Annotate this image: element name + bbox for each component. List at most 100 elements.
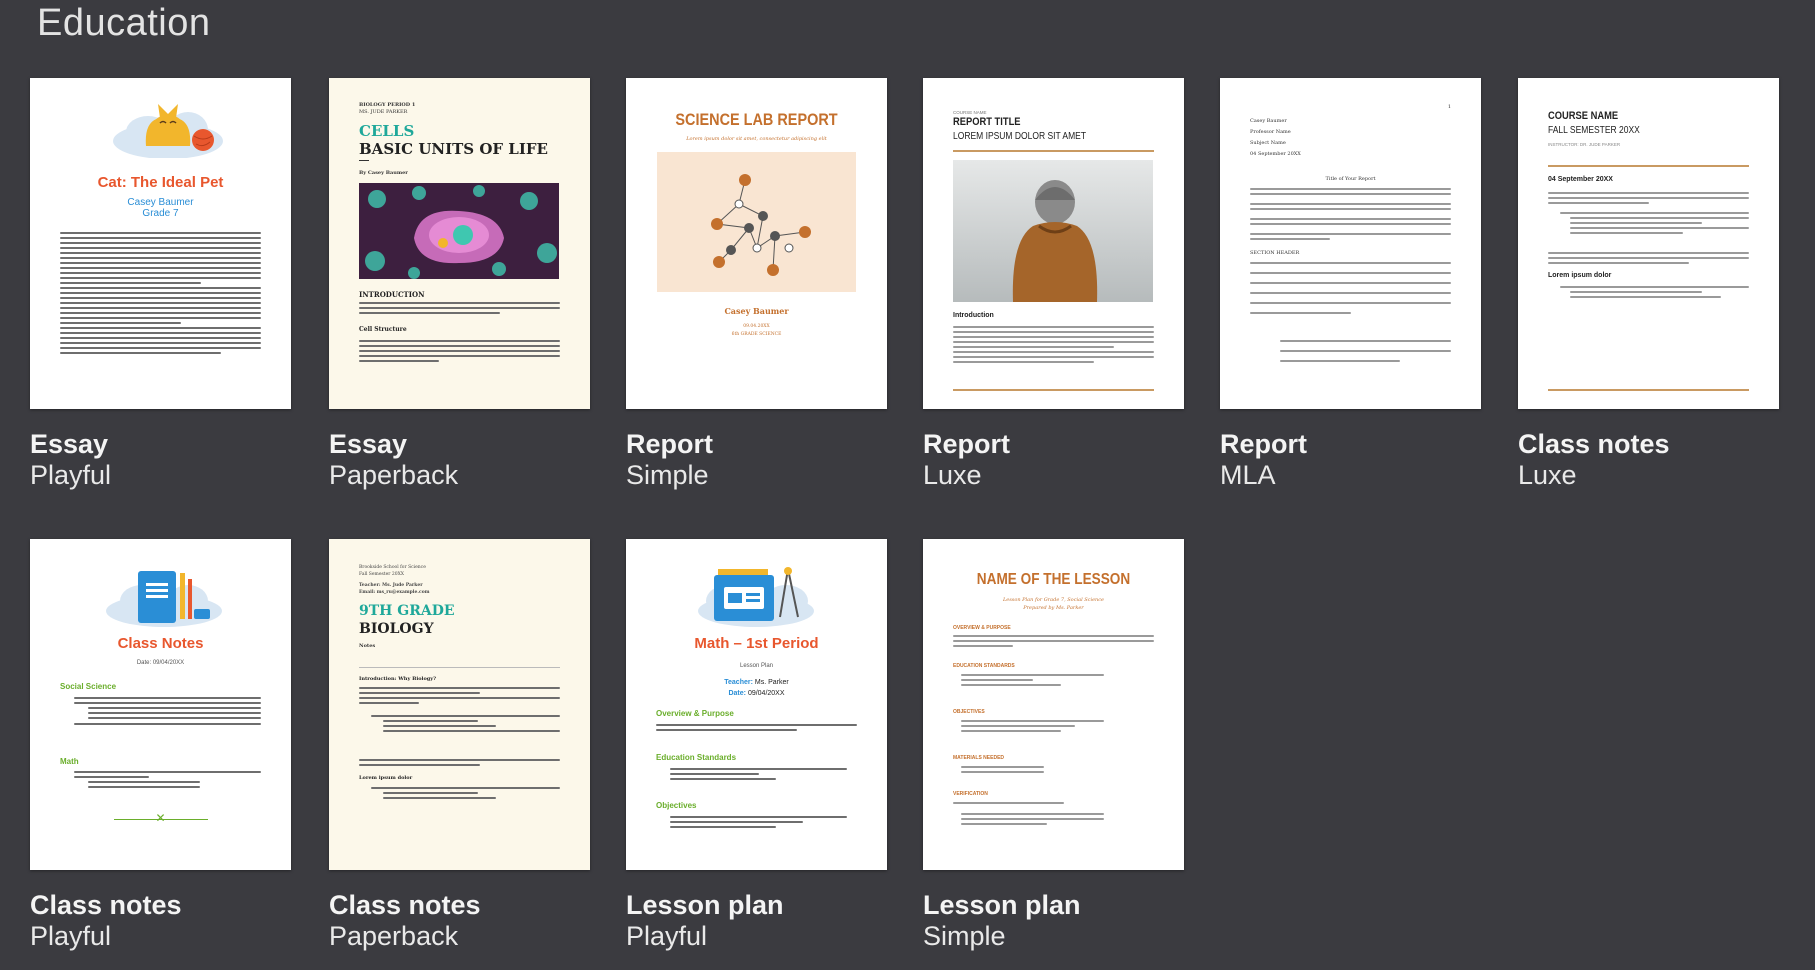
template-style: Playful — [626, 921, 708, 951]
preview-heading-1: Social Science — [60, 682, 117, 691]
preview-teacher: Teacher: Ms. Jude Parker — [359, 583, 423, 588]
preview-date: Date: 09/04/20XX — [136, 660, 185, 666]
preview-subtitle: Lesson Plan for Grade 7, Social Science — [1002, 597, 1105, 603]
preview-line-4: 04 September 20XX — [1250, 151, 1301, 157]
template-name: Lesson plan — [923, 890, 1081, 920]
preview-school: Brookside School for Science — [359, 565, 426, 570]
molecule-illustration-icon — [657, 152, 856, 292]
preview-subtitle: Lesson Plan — [739, 663, 774, 669]
preview-heading: Lorem ipsum dolor — [1548, 272, 1612, 279]
preview-email: Email: ms_ru@example.com — [359, 590, 430, 595]
preview-title-line-1: CELLS — [359, 122, 415, 140]
preview-header-1: BIOLOGY PERIOD 1 — [359, 102, 416, 108]
template-thumbnail[interactable]: Math – 1st Period Lesson Plan Teacher: M… — [626, 539, 887, 870]
preview-grade: Grade 7 — [142, 208, 179, 219]
template-card-class-notes-playful[interactable]: Class Notes Date: 09/04/20XX Social Scie… — [30, 539, 291, 952]
preview-title: REPORT TITLE — [953, 116, 1021, 128]
template-name: Lesson plan — [626, 890, 784, 920]
divider-cross-icon: ✕ — [155, 811, 166, 825]
preview-subheading: Lorem ipsum dolor — [359, 775, 413, 781]
cell-illustration-icon — [359, 183, 559, 279]
template-thumbnail[interactable]: COURSE NAME FALL SEMESTER 20XX INSTRUCTO… — [1518, 78, 1779, 409]
template-thumbnail[interactable]: NAME OF THE LESSON Lesson Plan for Grade… — [923, 539, 1184, 870]
template-thumbnail[interactable]: 1 Casey Baumer Professor Name Subject Na… — [1220, 78, 1481, 409]
preview-heading-2: Education Standards — [656, 753, 737, 762]
template-style: Paperback — [329, 921, 459, 951]
template-thumbnail[interactable]: COURSE NAME REPORT TITLE LOREM IPSUM DOL… — [923, 78, 1184, 409]
template-name: Essay — [329, 429, 408, 459]
preview-line-3: Subject Name — [1250, 140, 1286, 146]
preview-title: COURSE NAME — [1548, 110, 1619, 122]
preview-title: Class Notes — [117, 635, 204, 652]
preview-title: Title of Your Report — [1325, 176, 1376, 182]
preview-page-number: 1 — [1447, 104, 1451, 110]
template-name: Class notes — [1518, 429, 1670, 459]
preview-prepared: Prepared by Ms. Parker — [1023, 605, 1084, 611]
template-card-essay-paperback[interactable]: BIOLOGY PERIOD 1 MS. JUDE PARKER CELLS B… — [329, 78, 590, 491]
template-style: Simple — [923, 921, 1006, 951]
template-name: Class notes — [329, 890, 481, 920]
template-thumbnail[interactable]: BIOLOGY PERIOD 1 MS. JUDE PARKER CELLS B… — [329, 78, 590, 409]
template-thumbnail[interactable]: Cat: The Ideal Pet Casey Baumer Grade 7 — [30, 78, 291, 409]
preview-heading: Introduction: Why Biology? — [359, 676, 437, 682]
preview-subheading: Cell Structure — [359, 326, 407, 333]
section-title: Education — [37, 2, 211, 44]
template-card-lesson-plan-playful[interactable]: Math – 1st Period Lesson Plan Teacher: M… — [626, 539, 887, 952]
preview-title-line-2: BIOLOGY — [359, 621, 434, 637]
template-card-report-luxe[interactable]: COURSE NAME REPORT TITLE LOREM IPSUM DOL… — [923, 78, 1184, 491]
template-style: Paperback — [329, 460, 459, 490]
template-card-class-notes-paperback[interactable]: Brookside School for Science Fall Semest… — [329, 539, 590, 952]
preview-line-2: Professor Name — [1250, 129, 1291, 135]
preview-heading-2: EDUCATION STANDARDS — [953, 663, 1015, 669]
preview-date-label: Date: — [728, 690, 746, 697]
template-name: Report — [923, 429, 1010, 459]
preview-title: Cat: The Ideal Pet — [97, 174, 224, 191]
template-thumbnail[interactable]: Brookside School for Science Fall Semest… — [329, 539, 590, 870]
preview-date: 09.04.20XX — [743, 324, 770, 329]
template-card-lesson-plan-simple[interactable]: NAME OF THE LESSON Lesson Plan for Grade… — [923, 539, 1184, 952]
template-style: Luxe — [1518, 460, 1577, 490]
template-name: Report — [1220, 429, 1307, 459]
notebook-illustration-icon — [106, 571, 222, 627]
template-name: Class notes — [30, 890, 182, 920]
preview-heading-1: Overview & Purpose — [656, 709, 734, 718]
template-thumbnail[interactable]: SCIENCE LAB REPORT Lorem ipsum dolor sit… — [626, 78, 887, 409]
preview-body-text — [60, 232, 261, 357]
template-card-essay-playful[interactable]: Cat: The Ideal Pet Casey Baumer Grade 7 … — [30, 78, 291, 491]
preview-heading-5: VERIFICATION — [953, 791, 988, 797]
preview-subtitle: FALL SEMESTER 20XX — [1548, 125, 1640, 136]
template-card-report-mla[interactable]: 1 Casey Baumer Professor Name Subject Na… — [1220, 78, 1481, 491]
preview-kicker: COURSE NAME — [953, 110, 987, 115]
template-style: Luxe — [923, 460, 982, 490]
preview-heading-1: OVERVIEW & PURPOSE — [953, 625, 1011, 631]
preview-title: SCIENCE LAB REPORT — [675, 110, 838, 129]
preview-subtitle: Lorem ipsum dolor sit amet, consectetur … — [686, 136, 827, 142]
template-thumbnail[interactable]: Class Notes Date: 09/04/20XX Social Scie… — [30, 539, 291, 870]
photo-person-icon — [953, 160, 1153, 302]
template-card-report-simple[interactable]: SCIENCE LAB REPORT Lorem ipsum dolor sit… — [626, 78, 887, 491]
preview-line-1: Casey Baumer — [1250, 118, 1287, 124]
preview-term: Fall Semester 20XX — [359, 572, 404, 577]
preview-heading: Introduction — [953, 312, 994, 319]
template-style: Playful — [30, 921, 112, 951]
template-name: Essay — [30, 429, 109, 459]
preview-date: 04 September 20XX — [1548, 176, 1613, 183]
cat-illustration-icon — [113, 104, 223, 158]
preview-heading: SECTION HEADER — [1250, 250, 1300, 256]
preview-heading-2: Math — [60, 757, 79, 766]
calculator-illustration-icon — [698, 567, 814, 627]
preview-teacher-label: Teacher: — [724, 679, 753, 686]
preview-instructor: INSTRUCTOR: DR. JUDE PARKER — [1548, 142, 1621, 147]
preview-subtitle: LOREM IPSUM DOLOR SIT AMET — [953, 131, 1087, 142]
preview-heading-4: MATERIALS NEEDED — [953, 755, 1005, 761]
preview-author: Casey Baumer — [724, 306, 789, 316]
preview-heading-3: OBJECTIVES — [953, 709, 985, 715]
preview-heading-3: Objectives — [656, 801, 697, 810]
template-card-class-notes-luxe[interactable]: COURSE NAME FALL SEMESTER 20XX INSTRUCTO… — [1518, 78, 1779, 491]
preview-header-2: MS. JUDE PARKER — [359, 109, 408, 115]
preview-title: NAME OF THE LESSON — [976, 571, 1131, 588]
preview-teacher: Ms. Parker — [754, 679, 789, 686]
preview-title-line-2: BASIC UNITS OF LIFE — [359, 140, 548, 158]
template-style: Simple — [626, 460, 709, 490]
preview-grade: 6th GRADE SCIENCE — [731, 332, 782, 337]
